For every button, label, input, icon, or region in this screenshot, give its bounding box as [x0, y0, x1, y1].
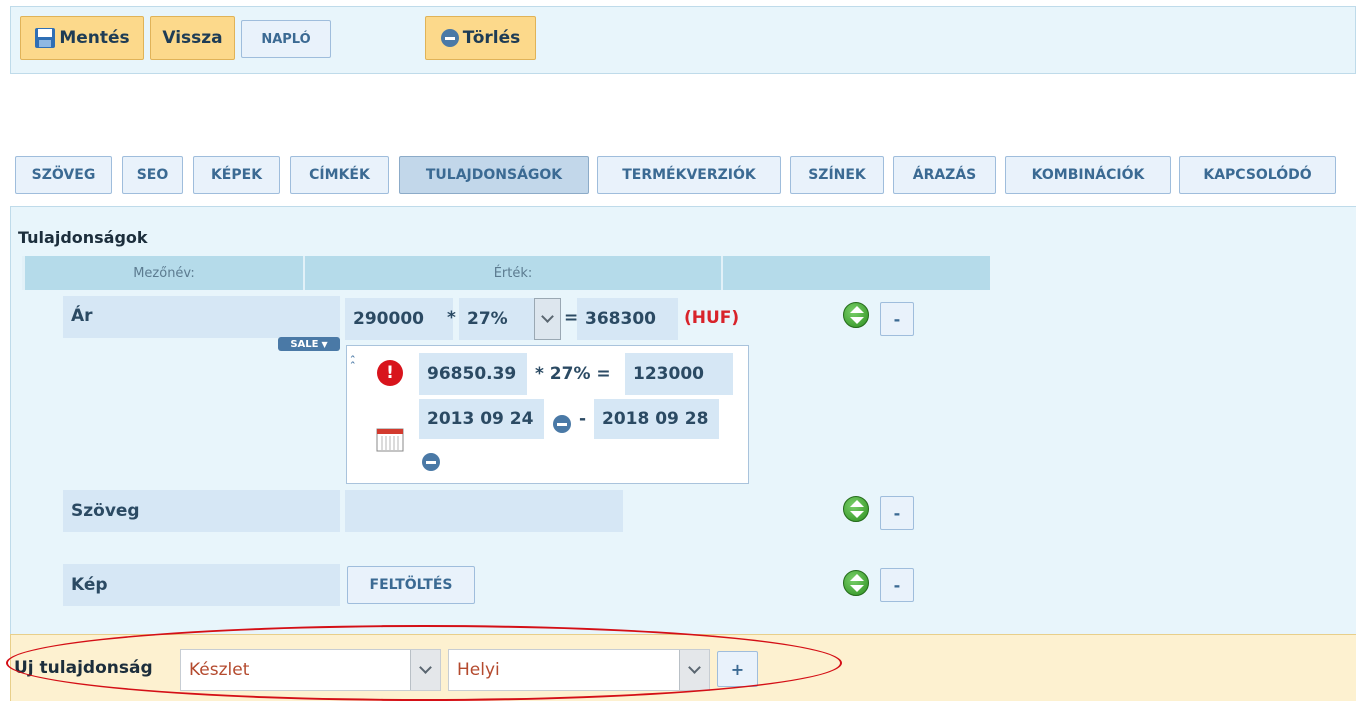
- vat-select-button[interactable]: [534, 298, 561, 340]
- back-button[interactable]: Vissza: [150, 16, 235, 60]
- back-button-label: Vissza: [162, 28, 223, 48]
- multiply-sign: *: [447, 308, 456, 328]
- tab-label: SEO: [136, 167, 169, 183]
- property-scope-select[interactable]: Helyi: [448, 649, 710, 691]
- column-divider: [721, 256, 723, 290]
- tab-cimkek[interactable]: CÍMKÉK: [290, 156, 389, 194]
- floppy-disk-icon: [35, 28, 56, 48]
- tab-label: KÉPEK: [210, 167, 263, 183]
- tab-label: SZÖVEG: [31, 167, 96, 183]
- tab-label: TULAJDONSÁGOK: [425, 167, 563, 183]
- minus-circle-icon[interactable]: [422, 453, 440, 471]
- minus-circle-icon[interactable]: [553, 415, 571, 433]
- collapse-up-icon[interactable]: ˆˆ: [350, 355, 356, 372]
- add-property-button[interactable]: +: [717, 651, 758, 687]
- date-range-dash: -: [579, 409, 587, 429]
- save-button[interactable]: Mentés: [20, 16, 144, 60]
- sale-vat-expression: * 27% =: [535, 364, 611, 384]
- tab-szoveg[interactable]: SZÖVEG: [15, 156, 112, 194]
- upload-button-label: FELTÖLTÉS: [369, 577, 453, 593]
- remove-row-button[interactable]: -: [880, 568, 914, 602]
- sale-date-from-input[interactable]: 2013 09 24: [419, 399, 544, 439]
- select-arrow[interactable]: [410, 650, 440, 690]
- tab-kepek[interactable]: KÉPEK: [193, 156, 280, 194]
- tab-seo[interactable]: SEO: [122, 156, 183, 194]
- save-button-label: Mentés: [59, 28, 130, 48]
- tab-tulajdonsagok[interactable]: TULAJDONSÁGOK: [399, 156, 589, 194]
- log-button-label: NAPLÓ: [261, 31, 311, 47]
- tab-label: SZÍNEK: [808, 167, 866, 183]
- remove-label: -: [893, 575, 901, 595]
- remove-label: -: [893, 503, 901, 523]
- chevron-down-icon: [688, 661, 701, 674]
- remove-row-button[interactable]: -: [880, 496, 914, 530]
- column-header-field-name: Mezőnév:: [133, 265, 195, 281]
- column-header-value: Érték:: [493, 265, 533, 281]
- sale-net-input[interactable]: 96850.39: [419, 353, 527, 395]
- properties-table-header: Mezőnév: Érték:: [22, 256, 990, 290]
- tab-kombinaciok[interactable]: KOMBINÁCIÓK: [1005, 156, 1171, 194]
- text-field-input[interactable]: [345, 490, 623, 532]
- property-type-value: Készlet: [189, 660, 250, 680]
- remove-row-button[interactable]: -: [880, 302, 914, 336]
- minus-circle-icon: [440, 29, 459, 47]
- field-label-price: Ár: [63, 296, 340, 338]
- tab-label: KOMBINÁCIÓK: [1031, 167, 1145, 183]
- currency-label: (HUF): [684, 308, 740, 328]
- sale-date-to-input[interactable]: 2018 09 28: [594, 399, 719, 439]
- tab-label: CÍMKÉK: [309, 167, 370, 183]
- tab-termekverziok[interactable]: TERMÉKVERZIÓK: [597, 156, 781, 194]
- delete-button[interactable]: Törlés: [425, 16, 536, 60]
- select-arrow[interactable]: [679, 650, 709, 690]
- sale-badge-label: SALE: [290, 338, 319, 350]
- vat-select-value[interactable]: 27%: [459, 298, 535, 340]
- calendar-icon[interactable]: [376, 425, 404, 453]
- price-gross-input[interactable]: 368300: [577, 298, 678, 340]
- property-scope-value: Helyi: [457, 660, 500, 680]
- add-label: +: [730, 659, 745, 679]
- reorder-arrows-icon[interactable]: [843, 570, 869, 596]
- price-net-input[interactable]: 290000: [345, 298, 453, 340]
- sale-toggle-badge[interactable]: SALE ▼: [278, 337, 340, 351]
- sale-gross-input[interactable]: 123000: [625, 353, 733, 395]
- delete-button-label: Törlés: [462, 28, 521, 48]
- property-type-select[interactable]: Készlet: [180, 649, 441, 691]
- tab-label: KAPCSOLÓDÓ: [1203, 167, 1312, 183]
- warning-exclamation-icon: !: [377, 360, 403, 386]
- tab-szinek[interactable]: SZÍNEK: [790, 156, 884, 194]
- reorder-arrows-icon[interactable]: [843, 496, 869, 522]
- tab-arazas[interactable]: ÁRAZÁS: [893, 156, 996, 194]
- calendar-svg: [376, 428, 404, 452]
- upload-button[interactable]: FELTÖLTÉS: [347, 566, 475, 604]
- chevron-down-icon: [419, 661, 432, 674]
- field-label-image: Kép: [63, 564, 340, 606]
- chevron-down-icon: [541, 310, 554, 323]
- tab-kapcsolodo[interactable]: KAPCSOLÓDÓ: [1179, 156, 1336, 194]
- section-title: Tulajdonságok: [18, 228, 148, 247]
- log-button[interactable]: NAPLÓ: [241, 20, 331, 58]
- tab-label: TERMÉKVERZIÓK: [622, 167, 756, 183]
- chevron-down-icon: ▼: [321, 339, 328, 349]
- field-label-text: Szöveg: [63, 490, 340, 532]
- tab-label: ÁRAZÁS: [912, 167, 977, 183]
- new-property-label: Uj tulajdonság: [14, 658, 153, 678]
- remove-label: -: [893, 309, 901, 329]
- reorder-arrows-icon[interactable]: [843, 302, 869, 328]
